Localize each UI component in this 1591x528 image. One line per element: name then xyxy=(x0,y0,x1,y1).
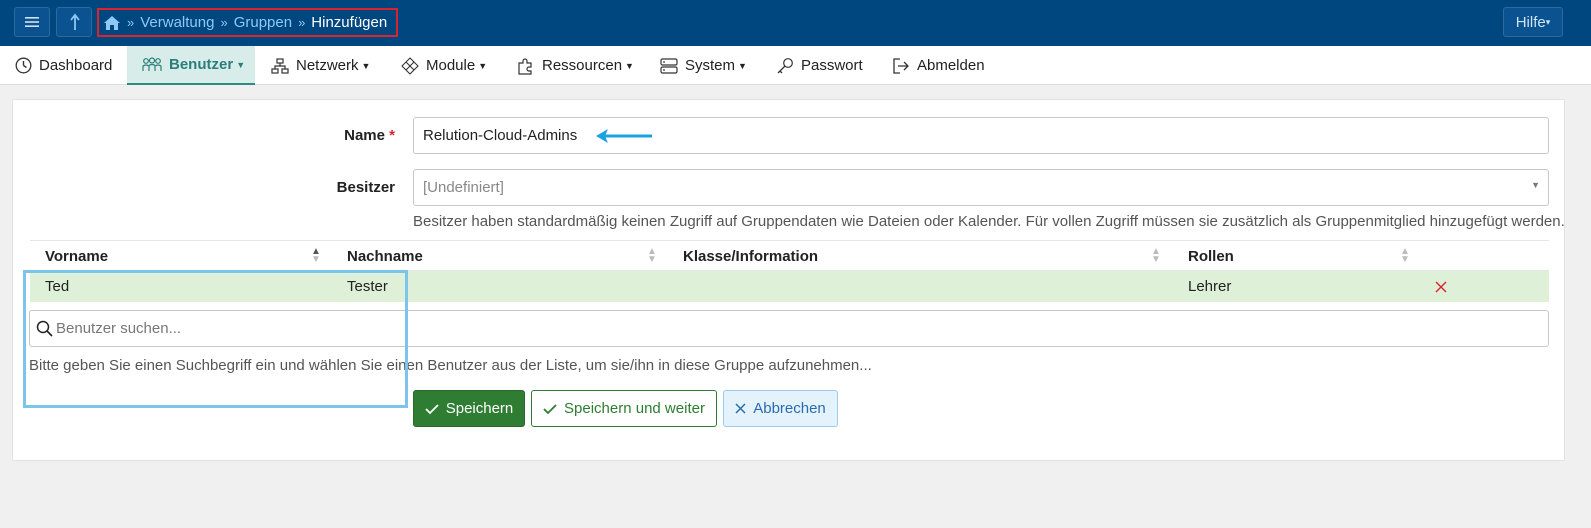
close-icon xyxy=(735,403,746,414)
breadcrumb-separator: » xyxy=(127,15,135,30)
owner-label: Besitzer xyxy=(336,179,395,196)
members-table-header: Vorname ▲ ▼ Nachname ▲ ▼ Klasse/Informatio… xyxy=(30,240,1549,271)
save-button-label: Speichern xyxy=(445,400,514,417)
users-icon xyxy=(142,56,162,71)
server-icon xyxy=(660,57,678,74)
owner-select[interactable]: [Undefiniert] ▼ xyxy=(413,169,1549,206)
arrow-up-icon xyxy=(70,13,80,30)
sort-icon[interactable]: ▲ ▼ xyxy=(647,247,657,265)
logout-icon xyxy=(893,57,909,74)
annotation-arrow-icon xyxy=(596,129,652,143)
help-button[interactable]: Hilfe ▾ xyxy=(1503,7,1563,37)
module-icon xyxy=(401,56,419,75)
nav-benutzer-label: Benutzer xyxy=(169,56,234,73)
chevron-down-icon: ▾ xyxy=(1545,16,1551,27)
breadcrumb-separator: » xyxy=(220,15,228,30)
nav-abmelden-label: Abmelden xyxy=(917,57,985,74)
breadcrumb-verwaltung[interactable]: Verwaltung xyxy=(140,14,214,31)
name-label: Name * xyxy=(300,127,395,144)
name-input-value: Relution-Cloud-Admins xyxy=(423,127,578,144)
chevron-down-icon: ▼ xyxy=(738,60,747,71)
owner-select-value: [Undefiniert] xyxy=(423,179,504,196)
nav-passwort-label: Passwort xyxy=(801,57,863,74)
nav-passwort[interactable]: Passwort xyxy=(776,46,863,85)
nav-module[interactable]: Module ▼ xyxy=(401,46,487,85)
breadcrumb-current: Hinzufügen xyxy=(311,14,388,31)
nav-netzwerk[interactable]: Netzwerk ▼ xyxy=(271,46,370,85)
chevron-down-icon: ▼ xyxy=(478,60,488,71)
nav-netzwerk-label: Netzwerk xyxy=(296,57,359,74)
cell-rollen: Lehrer xyxy=(1188,278,1232,295)
cancel-button[interactable]: Abbrechen xyxy=(723,390,838,427)
chevron-down-icon: ▼ xyxy=(361,60,371,71)
nav-ressourcen-label: Ressourcen xyxy=(542,57,623,74)
annotation-highlight-box xyxy=(23,270,408,408)
dashboard-icon xyxy=(15,57,32,74)
puzzle-icon xyxy=(518,57,532,75)
column-vorname[interactable]: Vorname xyxy=(45,241,108,272)
name-input[interactable]: Relution-Cloud-Admins xyxy=(413,117,1549,154)
name-label-text: Name xyxy=(344,127,385,144)
check-icon xyxy=(543,403,557,414)
menu-button[interactable] xyxy=(14,7,50,37)
breadcrumb-gruppen[interactable]: Gruppen xyxy=(234,14,292,31)
sort-icon[interactable]: ▲ ▼ xyxy=(1151,247,1161,265)
help-label: Hilfe xyxy=(1515,13,1546,31)
key-icon xyxy=(777,57,793,73)
top-bar: » Verwaltung » Gruppen » Hinzufügen Hilf… xyxy=(0,0,1591,46)
chevron-down-icon: ▼ xyxy=(625,60,634,71)
nav-ressourcen[interactable]: Ressourcen ▼ xyxy=(517,46,634,85)
home-icon[interactable] xyxy=(103,15,121,31)
network-icon xyxy=(271,57,289,74)
column-nachname[interactable]: Nachname xyxy=(347,241,423,272)
column-klasse[interactable]: Klasse/Information xyxy=(683,241,818,272)
save-and-continue-label: Speichern und weiter xyxy=(564,400,705,417)
sort-asc-icon[interactable]: ▲ ▼ xyxy=(311,247,321,265)
close-icon xyxy=(1435,281,1447,292)
required-mark: * xyxy=(389,127,395,144)
nav-abmelden[interactable]: Abmelden xyxy=(892,46,985,85)
nav-system-label: System xyxy=(685,57,736,74)
hamburger-icon xyxy=(25,17,39,27)
breadcrumb-separator: » xyxy=(298,15,306,30)
chevron-down-icon: ▼ xyxy=(236,59,246,70)
sort-icon[interactable]: ▲ ▼ xyxy=(1400,247,1410,265)
column-rollen[interactable]: Rollen xyxy=(1188,241,1234,272)
save-and-continue-button[interactable]: Speichern und weiter xyxy=(531,390,717,427)
nav-system[interactable]: System ▼ xyxy=(660,46,747,85)
chevron-down-icon: ▼ xyxy=(1531,180,1540,190)
save-button[interactable]: Speichern xyxy=(413,390,525,427)
owner-help-text: Besitzer haben standardmäßig keinen Zugr… xyxy=(413,213,1565,230)
check-icon xyxy=(425,403,439,414)
up-button[interactable] xyxy=(56,7,92,37)
nav-benutzer[interactable]: Benutzer ▼ xyxy=(127,46,255,85)
remove-member-button[interactable] xyxy=(1435,271,1447,302)
main-nav: Dashboard Benutzer ▼ Netzwerk ▼ Module ▼… xyxy=(0,46,1591,85)
cancel-button-label: Abbrechen xyxy=(753,400,826,417)
nav-dashboard-label: Dashboard xyxy=(39,57,113,74)
nav-module-label: Module xyxy=(426,57,476,74)
breadcrumb: » Verwaltung » Gruppen » Hinzufügen xyxy=(97,8,398,37)
nav-dashboard[interactable]: Dashboard xyxy=(15,46,112,85)
